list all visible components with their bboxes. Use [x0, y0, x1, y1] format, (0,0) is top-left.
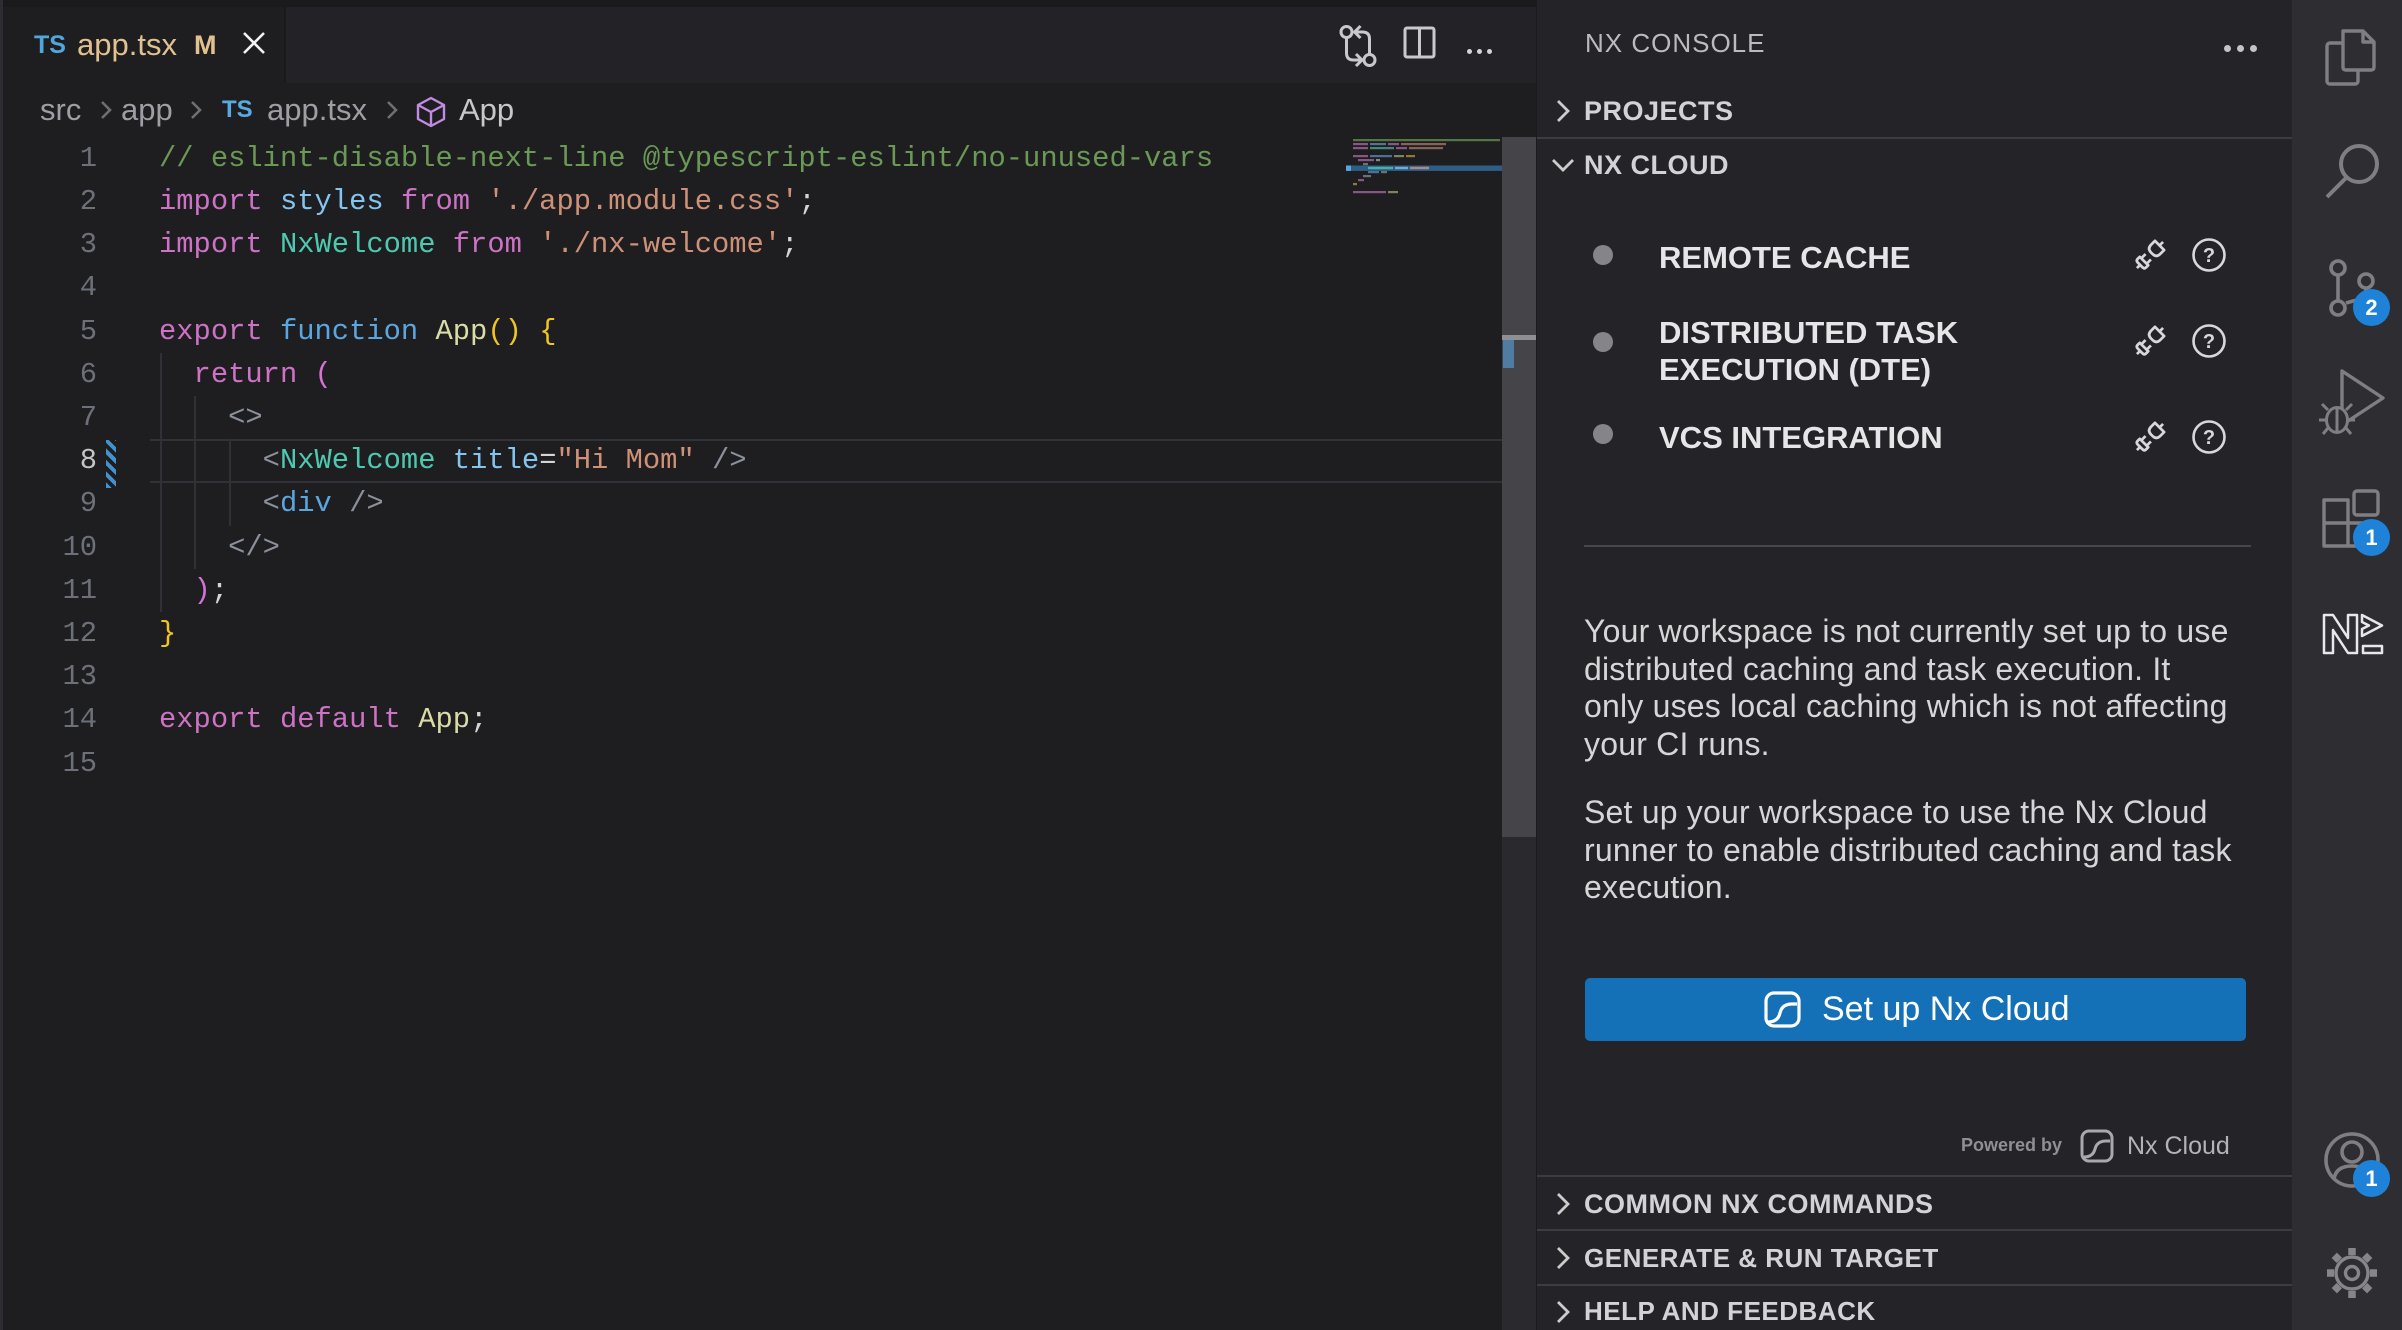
svg-text:?: ? [2203, 245, 2215, 267]
svg-text:?: ? [2203, 331, 2215, 353]
svg-text:?: ? [2203, 427, 2215, 449]
